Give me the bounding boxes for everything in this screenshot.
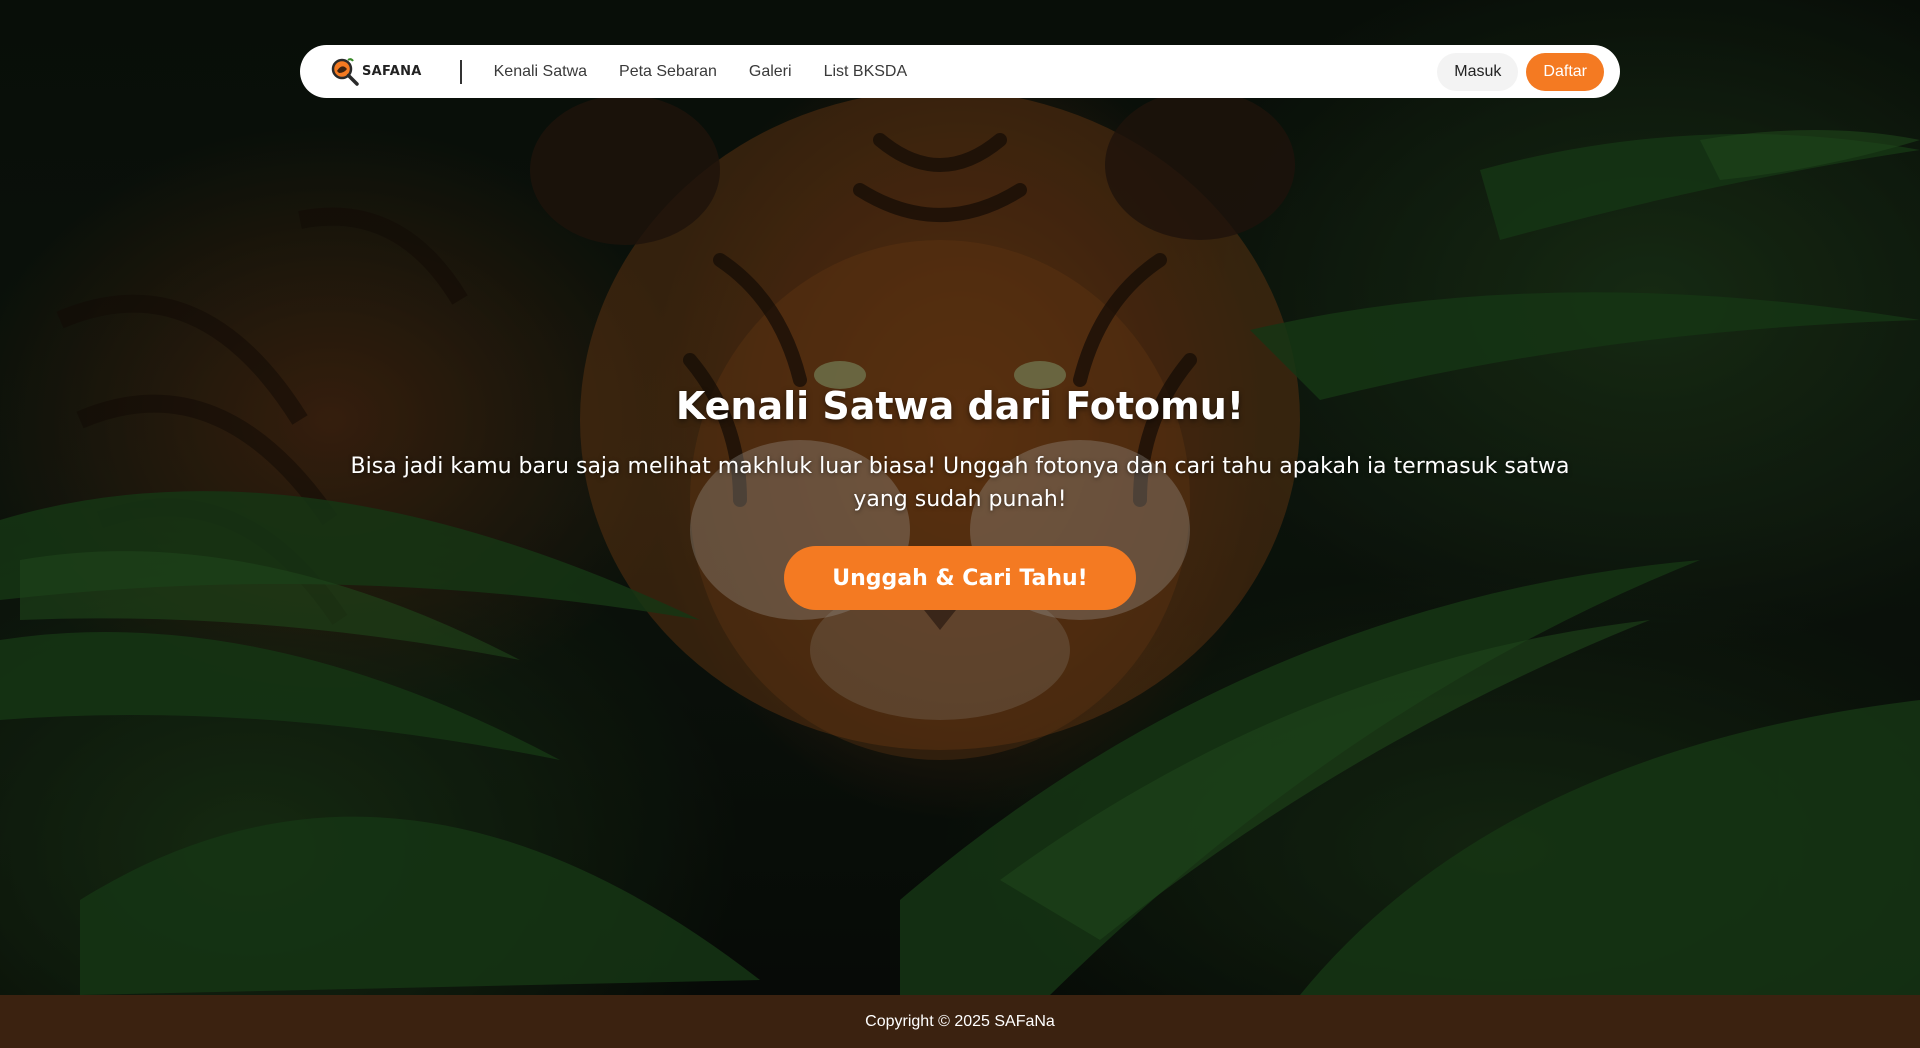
hero-content: Kenali Satwa dari Fotomu! Bisa jadi kamu… xyxy=(0,380,1920,610)
navbar: SAFANA Kenali Satwa Peta Sebaran Galeri … xyxy=(300,45,1620,98)
logo-text: SAFANA xyxy=(362,64,422,79)
nav-divider xyxy=(459,59,462,84)
logo[interactable]: SAFANA xyxy=(330,57,422,87)
magnifier-logo-icon xyxy=(330,57,360,87)
nav-link-kenali-satwa[interactable]: Kenali Satwa xyxy=(494,63,587,81)
footer-copyright: Copyright © 2025 SAFaNa xyxy=(865,1012,1055,1030)
upload-cta-button[interactable]: Unggah & Cari Tahu! xyxy=(784,546,1136,610)
page: SAFANA Kenali Satwa Peta Sebaran Galeri … xyxy=(0,0,1920,1048)
nav-link-galeri[interactable]: Galeri xyxy=(749,63,792,81)
hero-title: Kenali Satwa dari Fotomu! xyxy=(675,384,1245,428)
nav-link-list-bksda[interactable]: List BKSDA xyxy=(824,63,908,81)
nav-links: Kenali Satwa Peta Sebaran Galeri List BK… xyxy=(494,63,908,81)
hero-subtitle: Bisa jadi kamu baru saja melihat makhluk… xyxy=(350,454,1570,512)
register-button[interactable]: Daftar xyxy=(1526,52,1604,91)
nav-actions: Masuk Daftar xyxy=(1437,52,1604,91)
login-button[interactable]: Masuk xyxy=(1437,52,1519,91)
nav-link-peta-sebaran[interactable]: Peta Sebaran xyxy=(619,63,717,81)
footer: Copyright © 2025 SAFaNa xyxy=(0,995,1920,1048)
